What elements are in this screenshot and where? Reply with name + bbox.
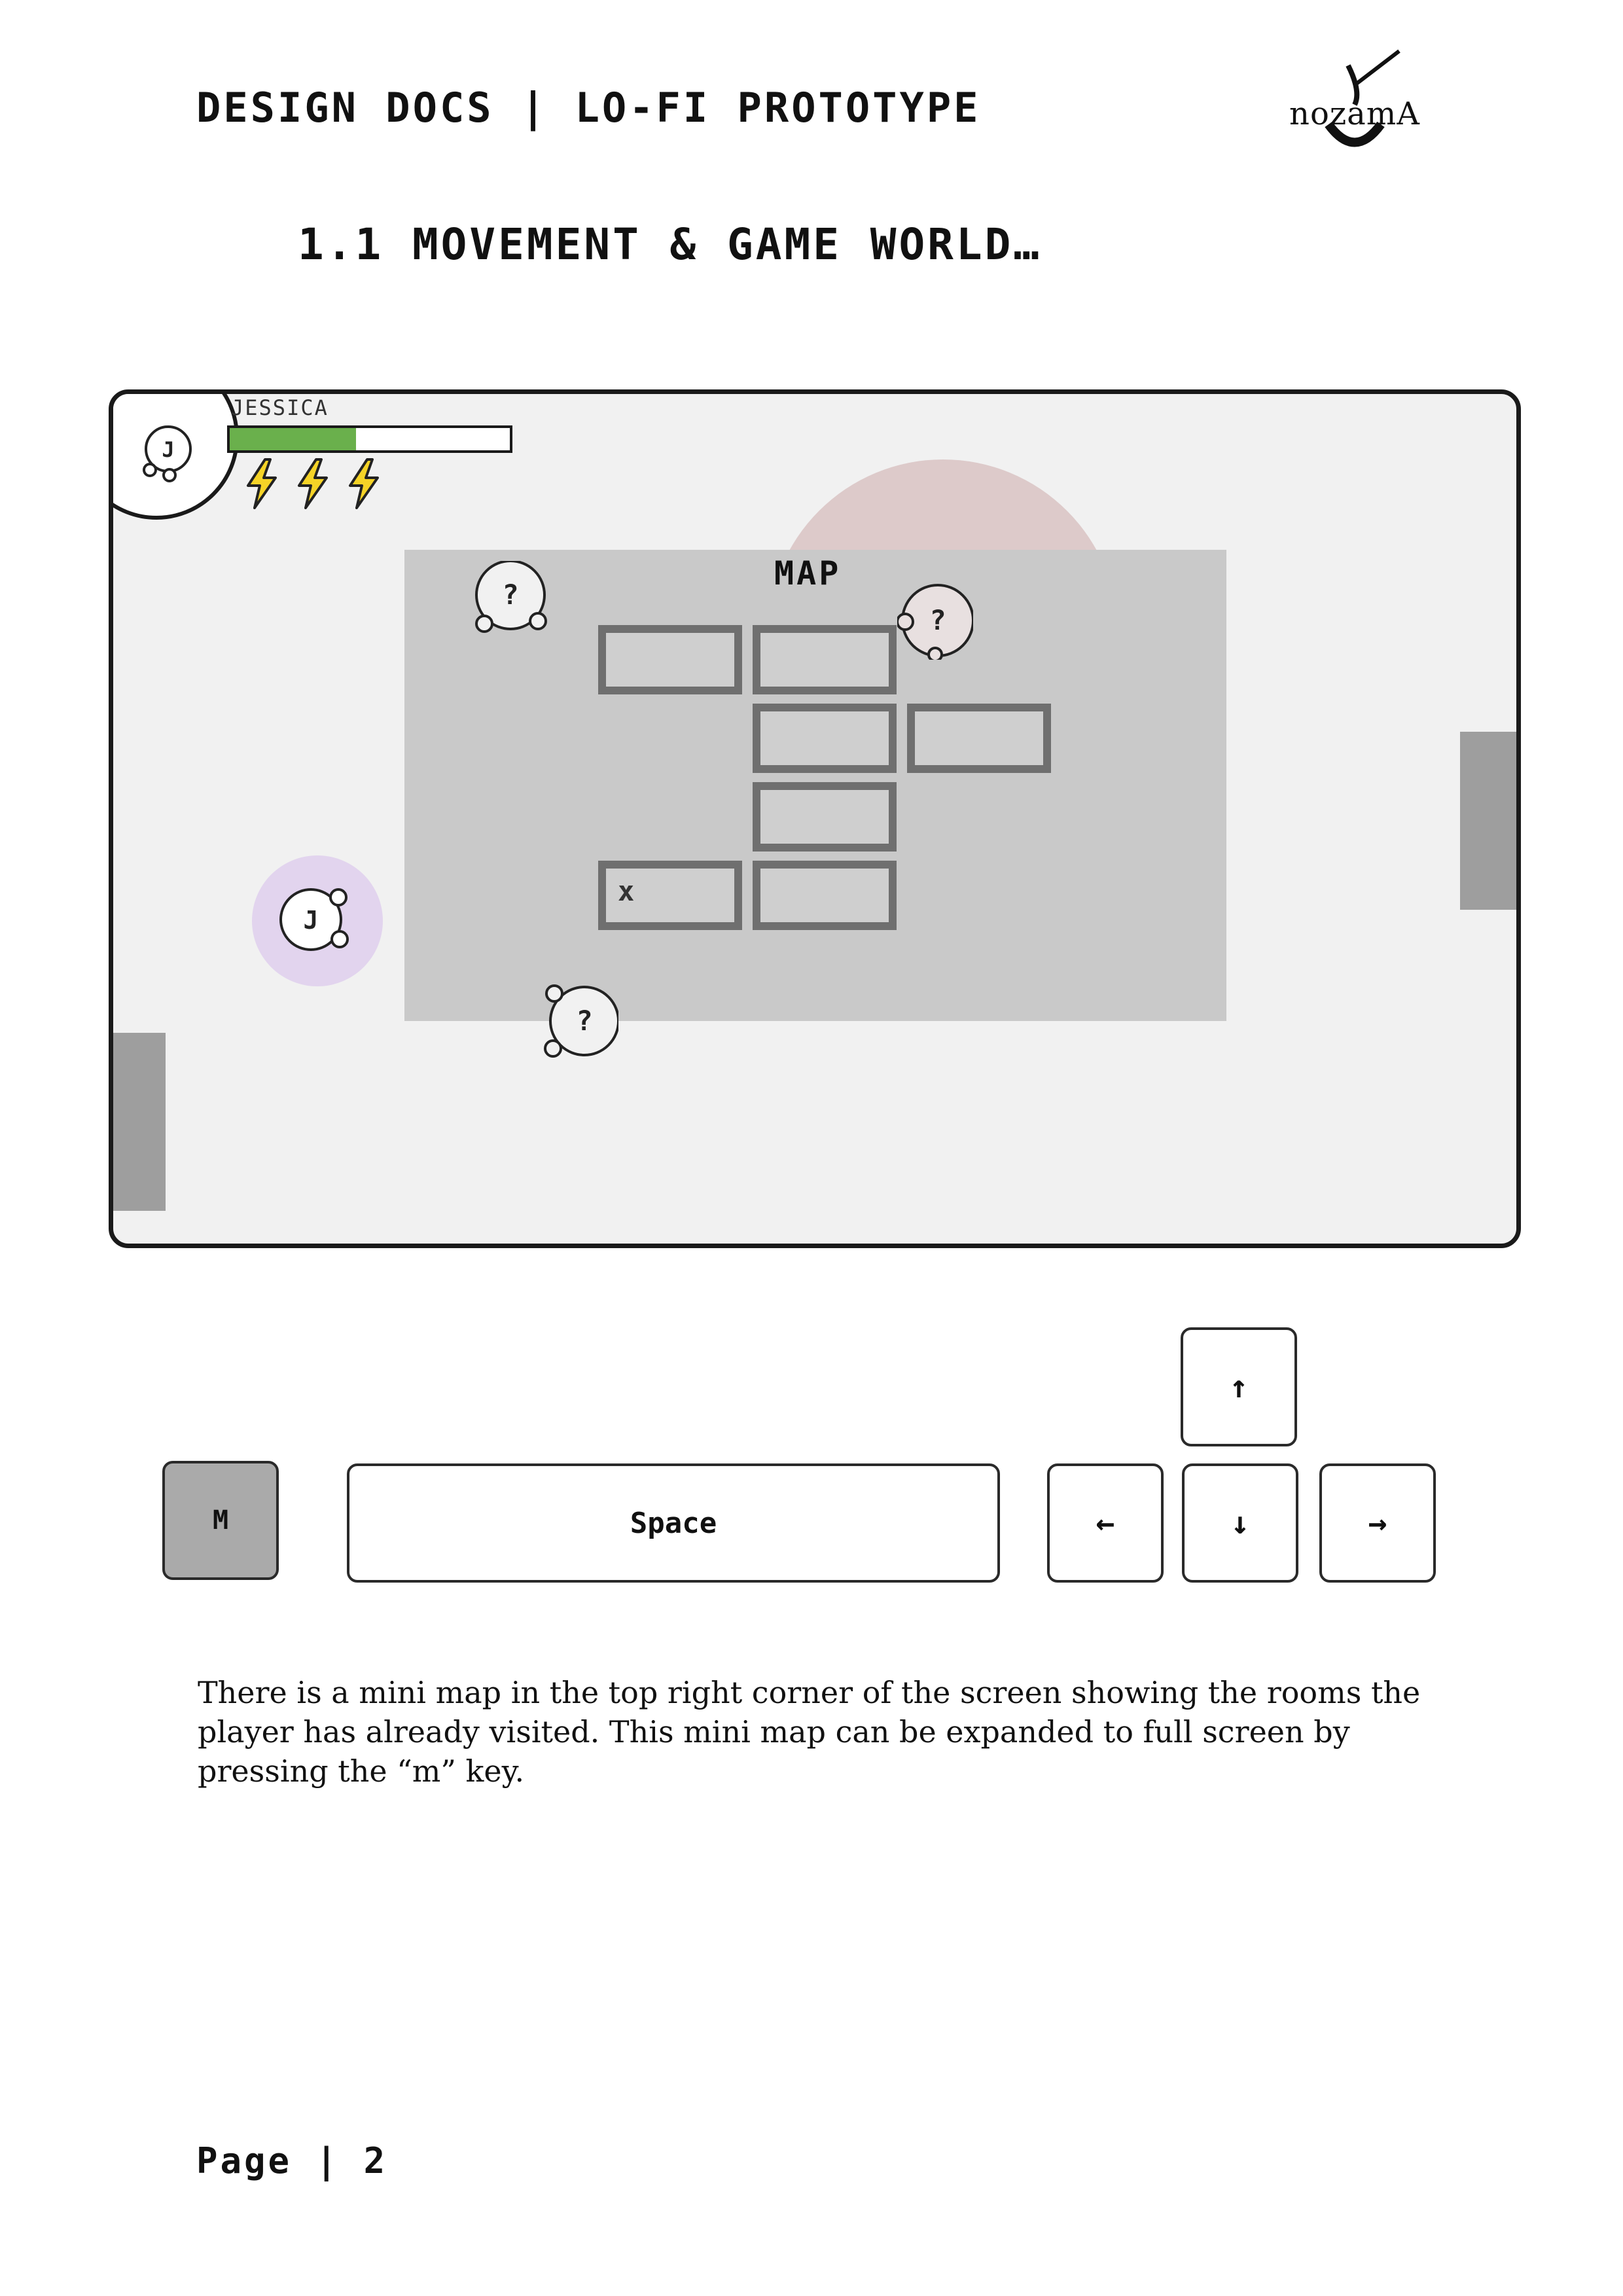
unknown-npc: ? [896,584,974,662]
door-right [1460,732,1516,910]
map-room [598,625,742,694]
player-portrait-icon: J [143,425,192,482]
unknown-npc: ? [543,983,620,1059]
player-character-icon: J [279,888,349,951]
map-room [907,704,1051,773]
map-room [753,782,897,852]
svg-text:J: J [162,437,174,462]
energy-bolt-icon [298,458,328,509]
key-arrow-left[interactable]: ← [1047,1463,1164,1583]
unknown-npc-icon: ? [896,584,974,662]
current-room-marker: x [618,875,635,907]
svg-text:J: J [304,906,319,935]
key-arrow-down[interactable]: ↓ [1182,1463,1298,1583]
logo-wordmark: nozamA [1289,96,1420,132]
document-header-title: DESIGN DOCS | LO-FI PROTOTYPE [196,84,981,132]
hud-energy [241,458,395,512]
svg-text:?: ? [929,604,946,636]
svg-text:?: ? [576,1005,592,1037]
hud-health-fill [230,428,356,450]
map-room [753,861,897,930]
hud-player-name: JESSICA [231,395,329,420]
unknown-npc-icon: ? [544,984,620,1058]
map-title: MAP [774,554,842,592]
key-arrow-up[interactable]: ↑ [1181,1327,1297,1446]
hud-health-bar [227,425,512,453]
energy-bolt-icon [349,458,379,509]
caption-paragraph: There is a mini map in the top right cor… [198,1675,1421,1789]
door-left [113,1033,166,1211]
key-m[interactable]: M [162,1461,279,1580]
map-room [753,704,897,773]
player-character: J [277,882,353,958]
map-room-current: x [598,861,742,930]
unknown-npc: ? [471,560,547,637]
hud-player-portrait: J [113,394,239,520]
game-screen-mockup: MAP x J ? ? ? J JESSICA [109,389,1521,1248]
key-arrow-right[interactable]: → [1319,1463,1436,1583]
studio-logo: nozamA [1283,46,1427,164]
energy-bolt-icon [247,458,277,509]
page-number: Page | 2 [196,2140,388,2181]
map-room [753,625,897,694]
unknown-npc-icon: ? [475,560,547,633]
section-title: 1.1 MOVEMENT & GAME WORLD… [298,219,1043,270]
svg-text:?: ? [502,579,518,611]
key-space[interactable]: Space [347,1463,1000,1583]
